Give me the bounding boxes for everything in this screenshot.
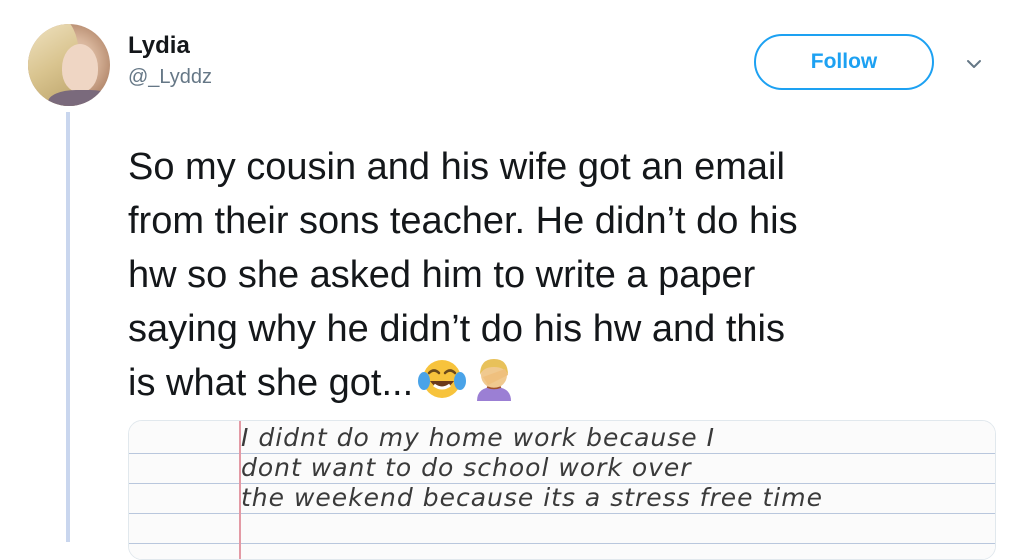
paper-rule xyxy=(129,513,995,514)
tweet-line: hw so she asked him to write a paper xyxy=(128,254,756,296)
author-name[interactable]: Lydia xyxy=(128,32,190,60)
face-with-tears-of-joy-emoji xyxy=(418,360,467,398)
thread-line xyxy=(66,112,70,542)
paper-rule xyxy=(129,543,995,544)
woman-facepalming-emoji xyxy=(477,359,512,401)
follow-button[interactable]: Follow xyxy=(754,34,934,90)
chevron-down-icon[interactable] xyxy=(966,56,982,72)
profile-avatar[interactable] xyxy=(28,24,110,106)
author-handle[interactable]: @_Lyddz xyxy=(128,66,212,89)
avatar-face xyxy=(62,44,98,92)
avatar-shoulder xyxy=(48,90,110,106)
tweet-line: So my cousin and his wife got an email xyxy=(128,146,785,188)
notebook-paper: I didnt do my home work because I dont w… xyxy=(129,421,995,559)
handwritten-line: dont want to do school work over xyxy=(241,453,692,482)
handwritten-line: the weekend because its a stress free ti… xyxy=(241,483,823,512)
tweet-line: saying why he didn’t do his hw and this xyxy=(128,308,785,350)
handwritten-line: I didnt do my home work because I xyxy=(241,423,715,452)
tweet-text: So my cousin and his wife got an email f… xyxy=(128,140,988,410)
image-attachment[interactable]: I didnt do my home work because I dont w… xyxy=(128,420,996,560)
tweet-line: is what she got... xyxy=(128,356,988,410)
tweet-line: from their sons teacher. He didn’t do hi… xyxy=(128,200,798,242)
tweet-line-text: is what she got... xyxy=(128,362,414,404)
